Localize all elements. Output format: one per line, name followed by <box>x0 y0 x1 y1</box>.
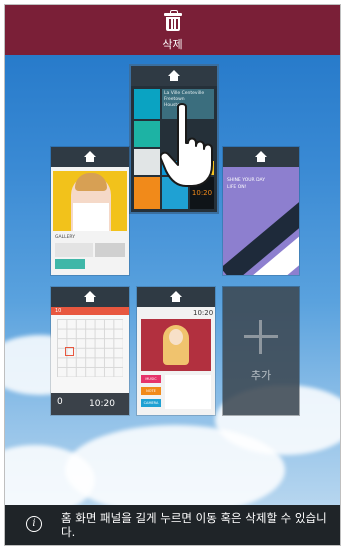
home-panel[interactable]: GALLERY <box>51 147 129 275</box>
panel-header <box>137 287 215 307</box>
home-icon <box>84 291 96 302</box>
info-icon: i <box>26 516 42 532</box>
panel-header <box>131 66 217 86</box>
home-panel[interactable]: 10:20 MUSIC NOTE CAMERA <box>137 287 215 415</box>
cloud <box>65 425 285 515</box>
panel-heading: GALLERY <box>55 235 76 240</box>
home-screen-editor: 삭제 La Ville Centeville Freetown Houston … <box>4 4 341 546</box>
hand-pointer-icon <box>160 103 213 187</box>
add-label: 추가 <box>250 369 272 382</box>
home-icon <box>255 151 267 162</box>
panel-header <box>51 287 129 307</box>
day-text: 0 <box>57 397 63 407</box>
panel-text: LIFE ON! <box>227 185 247 190</box>
hint-text: 홈 화면 패널을 길게 누르면 이동 혹은 삭제할 수 있습니다. <box>61 511 327 539</box>
home-panel[interactable]: SHINE YOUR DAY LIFE ON! <box>223 147 299 275</box>
calendar-month: 10 <box>51 307 129 315</box>
panel-header <box>51 147 129 167</box>
hint-bar: i 홈 화면 패널을 길게 누르면 이동 혹은 삭제할 수 있습니다. <box>5 505 340 545</box>
panel-header <box>223 147 299 167</box>
delete-label: 삭제 <box>162 38 183 51</box>
home-icon <box>170 291 182 302</box>
tag-text: CAMERA <box>141 399 161 407</box>
delete-drop-zone[interactable]: 삭제 <box>5 5 340 55</box>
home-icon <box>168 70 180 81</box>
clock-text: 10:20 <box>193 309 214 317</box>
trash-icon <box>164 10 182 31</box>
tag-text: NOTE <box>141 387 161 395</box>
add-panel-button[interactable]: 추가 <box>223 287 299 415</box>
tag-text: MUSIC <box>141 375 161 383</box>
panel-text: SHINE YOUR DAY <box>227 178 265 183</box>
home-icon <box>84 151 96 162</box>
clock-text: 10:20 <box>89 399 115 409</box>
home-panel[interactable]: 10 0 10:20 <box>51 287 129 415</box>
